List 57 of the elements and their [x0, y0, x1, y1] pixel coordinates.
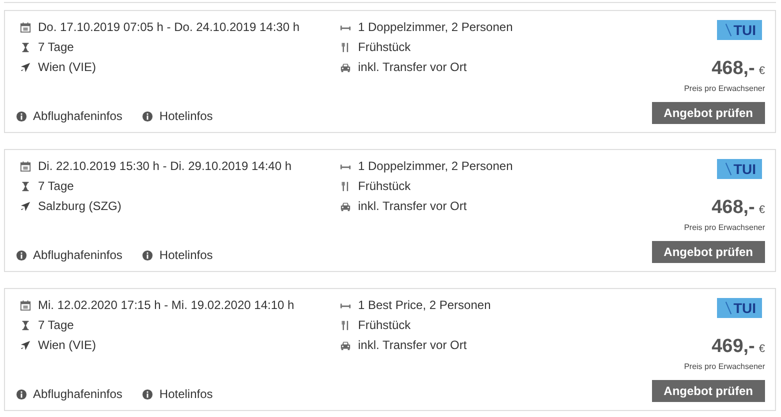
travel-dates: Do. 17.10.2019 07:05 h - Do. 24.10.2019 14:30 h	[38, 20, 300, 34]
operator-logo: TUI	[717, 159, 762, 179]
info-icon	[142, 110, 154, 122]
operator-logo: TUI	[717, 298, 762, 318]
currency: €	[758, 343, 765, 355]
info-link[interactable]: Hotelinfos	[142, 109, 213, 123]
info-icon	[16, 110, 27, 122]
cutlery-icon	[340, 320, 351, 330]
calendar-icon	[20, 160, 31, 172]
car-icon	[340, 200, 351, 212]
car-icon	[340, 340, 351, 350]
travel-dates: Di. 22.10.2019 15:30 h - Di. 29.10.2019 14:40 h	[38, 159, 292, 173]
car-icon	[340, 62, 351, 72]
trip-duration: 7 Tage	[38, 318, 74, 332]
price: 468,-	[712, 58, 755, 80]
room-info: 1 Doppelzimmer, 2 Personen	[358, 20, 513, 34]
room-info: 1 Best Price, 2 Personen	[358, 298, 491, 312]
price: 469,-	[712, 336, 755, 358]
info-icon	[16, 388, 27, 400]
info-link[interactable]: Hotelinfos	[142, 248, 213, 262]
travel-dates: Mi. 12.02.2020 17:15 h - Mi. 19.02.2020 14:10 h	[38, 298, 294, 312]
price-note: Preis pro Erwachsener	[684, 223, 765, 232]
departure-airport: Salzburg (SZG)	[38, 199, 122, 213]
hourglass-icon	[20, 180, 31, 192]
transfer-info: inkl. Transfer vor Ort	[358, 199, 467, 213]
currency: €	[758, 65, 765, 77]
cutlery-icon	[340, 42, 351, 52]
currency: €	[758, 204, 765, 216]
price-note: Preis pro Erwachsener	[684, 84, 765, 93]
info-icon	[142, 388, 154, 400]
info-icon	[142, 250, 154, 260]
board-info: Frühstück	[358, 40, 411, 54]
info-link[interactable]: Hotelinfos	[142, 387, 213, 401]
price-note: Preis pro Erwachsener	[684, 362, 765, 371]
transfer-info: inkl. Transfer vor Ort	[358, 60, 467, 74]
calendar-icon	[20, 22, 31, 32]
price: 468,-	[712, 197, 755, 219]
info-link[interactable]: Abflughafeninfos	[16, 248, 122, 262]
hourglass-icon	[20, 42, 31, 52]
board-info: Frühstück	[358, 179, 411, 193]
transfer-info: inkl. Transfer vor Ort	[358, 338, 467, 352]
departure-airport: Wien (VIE)	[38, 338, 96, 352]
info-icon	[16, 250, 27, 260]
check-offer-button[interactable]: Angebot prüfen	[652, 380, 765, 402]
check-offer-button[interactable]: Angebot prüfen	[652, 241, 765, 263]
hourglass-icon	[20, 320, 31, 330]
info-link[interactable]: Abflughafeninfos	[16, 387, 122, 401]
calendar-icon	[20, 300, 31, 310]
trip-duration: 7 Tage	[38, 40, 74, 54]
info-link[interactable]: Abflughafeninfos	[16, 109, 122, 123]
trip-duration: 7 Tage	[38, 179, 74, 193]
room-info: 1 Doppelzimmer, 2 Personen	[358, 159, 513, 173]
operator-logo: TUI	[717, 20, 762, 40]
board-info: Frühstück	[358, 318, 411, 332]
cutlery-icon	[340, 180, 351, 192]
departure-airport: Wien (VIE)	[38, 60, 96, 74]
check-offer-button[interactable]: Angebot prüfen	[652, 102, 765, 124]
